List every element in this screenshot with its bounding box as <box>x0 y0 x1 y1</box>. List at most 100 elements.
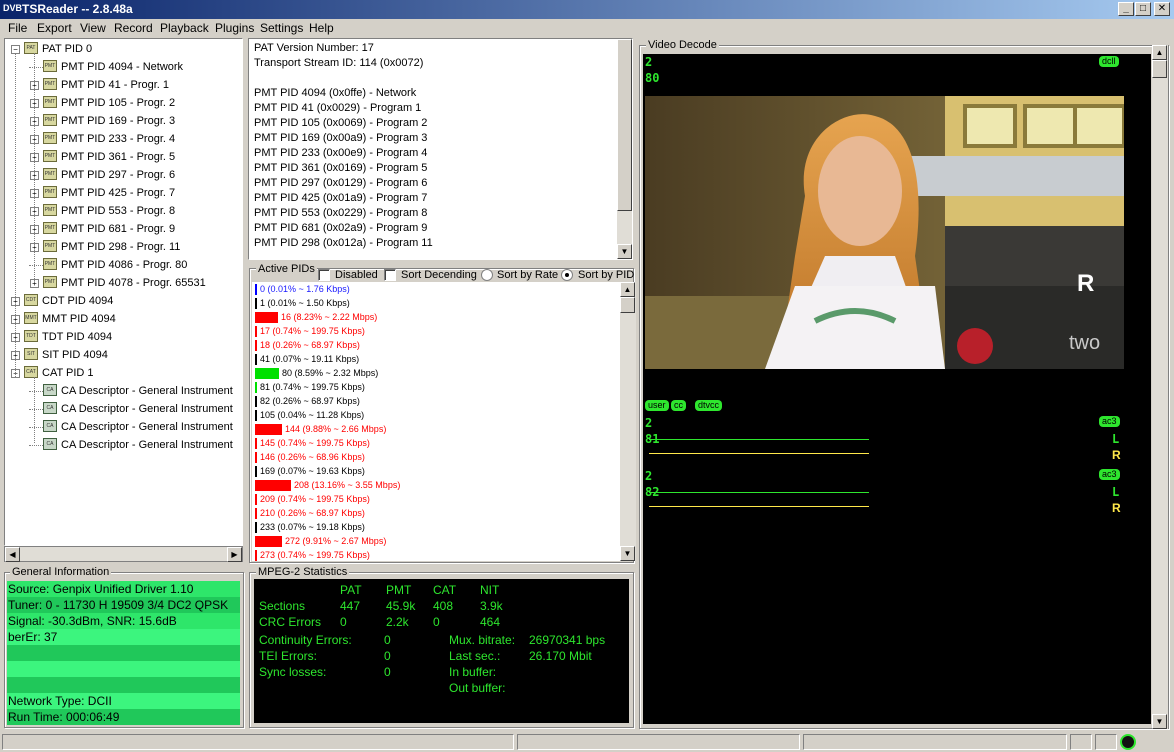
disabled-checkbox[interactable] <box>318 269 330 281</box>
active-pids-list[interactable]: 0 (0.01% ~ 1.76 Kbps) 1 (0.01% ~ 1.50 Kbp… <box>252 282 621 561</box>
tree-item[interactable]: PMT PMT PID 4086 - Progr. 80 <box>5 256 242 274</box>
info-line: PMT PID 41 (0x0029) - Program 1 <box>254 102 422 114</box>
tree-item[interactable]: + PMT PMT PID 361 - Progr. 5 <box>5 148 242 166</box>
list-item[interactable]: 233 (0.07% ~ 19.18 Kbps) <box>252 521 621 535</box>
menu-playback[interactable]: Playback <box>160 21 209 35</box>
cat-table-icon: CAT <box>24 366 38 378</box>
info-scroll-thumb[interactable] <box>617 39 632 211</box>
pid-rate-label: 82 (0.26% ~ 68.97 Kbps) <box>260 396 360 406</box>
list-item[interactable]: 105 (0.04% ~ 11.28 Kbps) <box>252 409 621 423</box>
list-item[interactable]: 210 (0.26% ~ 68.97 Kbps) <box>252 507 621 521</box>
minimize-button[interactable]: _ <box>1118 2 1134 16</box>
scroll-up-icon[interactable]: ▲ <box>1152 45 1167 60</box>
tree-item[interactable]: + PMT PMT PID 233 - Progr. 4 <box>5 130 242 148</box>
list-item[interactable]: 16 (8.23% ~ 2.22 Mbps) <box>252 311 621 325</box>
table-tree-view[interactable]: − PAT PAT PID 0 PMT PMT PID 4094 - Network + P… <box>4 38 243 546</box>
scroll-left-icon[interactable]: ◀ <box>5 547 20 562</box>
tree-item[interactable]: + PMT PMT PID 105 - Progr. 2 <box>5 94 242 112</box>
pids-scroll-thumb[interactable] <box>620 297 635 313</box>
list-item[interactable]: 169 (0.07% ~ 19.63 Kbps) <box>252 465 621 479</box>
tree-item[interactable]: + CDT CDT PID 4094 <box>5 292 242 310</box>
list-item[interactable]: 82 (0.26% ~ 68.97 Kbps) <box>252 395 621 409</box>
scroll-down-icon[interactable]: ▼ <box>617 244 632 259</box>
tree-item[interactable]: CA CA Descriptor - General Instrument <box>5 400 242 418</box>
tree-item[interactable]: + PMT PMT PID 297 - Progr. 6 <box>5 166 242 184</box>
table-info-text[interactable]: ▼ PAT Version Number: 17 Transport Stream… <box>248 38 633 260</box>
stats-tei-label: TEI Errors: <box>259 649 318 663</box>
video-vertical-scrollbar[interactable]: ▲ ▼ <box>1152 45 1168 729</box>
tree-item[interactable]: PMT PMT PID 4094 - Network <box>5 58 242 76</box>
pid-rate-label: 18 (0.26% ~ 68.97 Kbps) <box>260 340 360 350</box>
info-line: PAT Version Number: 17 <box>254 42 374 54</box>
close-button[interactable]: ✕ <box>1154 2 1170 16</box>
sort-descending-checkbox[interactable] <box>384 269 396 281</box>
pids-vertical-scrollbar[interactable]: ▲ ▼ <box>620 282 636 561</box>
tree-item-label: PMT PID 425 - Progr. 7 <box>61 187 176 199</box>
list-item[interactable]: 146 (0.26% ~ 68.96 Kbps) <box>252 451 621 465</box>
tree-item[interactable]: + PMT PMT PID 169 - Progr. 3 <box>5 112 242 130</box>
maximize-button[interactable]: □ <box>1135 2 1151 16</box>
tree-item-label: PMT PID 681 - Progr. 9 <box>61 223 176 235</box>
stats-continuity-label: Continuity Errors: <box>259 633 352 647</box>
tree-item[interactable]: + SIT SIT PID 4094 <box>5 346 242 364</box>
tag-cc: cc <box>671 400 686 411</box>
menu-help[interactable]: Help <box>309 21 334 35</box>
stats-sections-label: Sections <box>259 599 306 613</box>
info-line: PMT PID 553 (0x0229) - Program 8 <box>254 207 428 219</box>
tree-item[interactable]: + PMT PMT PID 41 - Progr. 1 <box>5 76 242 94</box>
sort-by-rate-radio[interactable] <box>481 269 493 281</box>
tree-item[interactable]: + PMT PMT PID 553 - Progr. 8 <box>5 202 242 220</box>
status-cell-4 <box>1070 734 1092 750</box>
video-decode-panel[interactable]: 2 80 dcll R two user cc dtvcc 2 81 ac3 L… <box>643 54 1151 724</box>
scroll-up-icon[interactable]: ▲ <box>620 282 635 297</box>
list-item[interactable]: 273 (0.74% ~ 199.75 Kbps) <box>252 549 621 561</box>
tree-item-label: PMT PID 298 - Progr. 11 <box>61 241 181 253</box>
scroll-right-icon[interactable]: ▶ <box>227 547 242 562</box>
tree-item[interactable]: + PMT PMT PID 425 - Progr. 7 <box>5 184 242 202</box>
menu-file[interactable]: File <box>8 21 27 35</box>
list-item[interactable]: 81 (0.74% ~ 199.75 Kbps) <box>252 381 621 395</box>
video-tag-badge: dcll <box>1099 56 1119 67</box>
list-item[interactable]: 145 (0.74% ~ 199.75 Kbps) <box>252 437 621 451</box>
list-item[interactable]: 18 (0.26% ~ 68.97 Kbps) <box>252 339 621 353</box>
tree-item[interactable]: − CAT CAT PID 1 <box>5 364 242 382</box>
menu-view[interactable]: View <box>80 21 106 35</box>
stats-crc-pmt: 2.2k <box>386 615 409 629</box>
menu-export[interactable]: Export <box>37 21 72 35</box>
list-item[interactable]: 41 (0.07% ~ 19.11 Kbps) <box>252 353 621 367</box>
video-scroll-thumb[interactable] <box>1152 60 1167 78</box>
tree-item[interactable]: + PMT PMT PID 4078 - Progr. 65531 <box>5 274 242 292</box>
tree-item[interactable]: + MMT MMT PID 4094 <box>5 310 242 328</box>
list-item[interactable]: 209 (0.74% ~ 199.75 Kbps) <box>252 493 621 507</box>
info-vertical-scrollbar[interactable]: ▼ <box>617 39 632 259</box>
pid-rate-label: 0 (0.01% ~ 1.76 Kbps) <box>260 284 350 294</box>
menu-record[interactable]: Record <box>114 21 153 35</box>
menu-plugins[interactable]: Plugins <box>215 21 254 35</box>
pid-rate-label: 41 (0.07% ~ 19.11 Kbps) <box>260 354 360 364</box>
tree-item[interactable]: − PAT PAT PID 0 <box>5 40 242 58</box>
list-item[interactable]: 272 (9.91% ~ 2.67 Mbps) <box>252 535 621 549</box>
stats-crc-pat: 0 <box>340 615 347 629</box>
tree-item-label: PMT PID 105 - Progr. 2 <box>61 97 176 109</box>
tree-item[interactable]: + TDT TDT PID 4094 <box>5 328 242 346</box>
list-item[interactable]: 0 (0.01% ~ 1.76 Kbps) <box>252 283 621 297</box>
list-item[interactable]: 17 (0.74% ~ 199.75 Kbps) <box>252 325 621 339</box>
list-item[interactable]: 1 (0.01% ~ 1.50 Kbps) <box>252 297 621 311</box>
tree-item[interactable]: CA CA Descriptor - General Instrument <box>5 436 242 454</box>
tree-item[interactable]: CA CA Descriptor - General Instrument <box>5 382 242 400</box>
list-item[interactable]: 80 (8.59% ~ 2.32 Mbps) <box>252 367 621 381</box>
sort-by-pid-label: Sort by PID <box>578 269 635 281</box>
general-info-row: Signal: -30.3dBm, SNR: 15.6dB <box>7 613 240 629</box>
tree-horizontal-scrollbar[interactable]: ◀ ▶ <box>4 546 243 562</box>
general-info-row <box>7 645 240 661</box>
scroll-down-icon[interactable]: ▼ <box>1152 714 1167 729</box>
list-item[interactable]: 208 (13.16% ~ 3.55 Mbps) <box>252 479 621 493</box>
scroll-down-icon[interactable]: ▼ <box>620 546 635 561</box>
stats-header-cat: CAT <box>433 583 457 597</box>
sort-by-pid-radio[interactable] <box>561 269 573 281</box>
tree-item[interactable]: + PMT PMT PID 298 - Progr. 11 <box>5 238 242 256</box>
tree-item[interactable]: CA CA Descriptor - General Instrument <box>5 418 242 436</box>
tree-item[interactable]: + PMT PMT PID 681 - Progr. 9 <box>5 220 242 238</box>
list-item[interactable]: 144 (9.88% ~ 2.66 Mbps) <box>252 423 621 437</box>
menu-settings[interactable]: Settings <box>260 21 303 35</box>
